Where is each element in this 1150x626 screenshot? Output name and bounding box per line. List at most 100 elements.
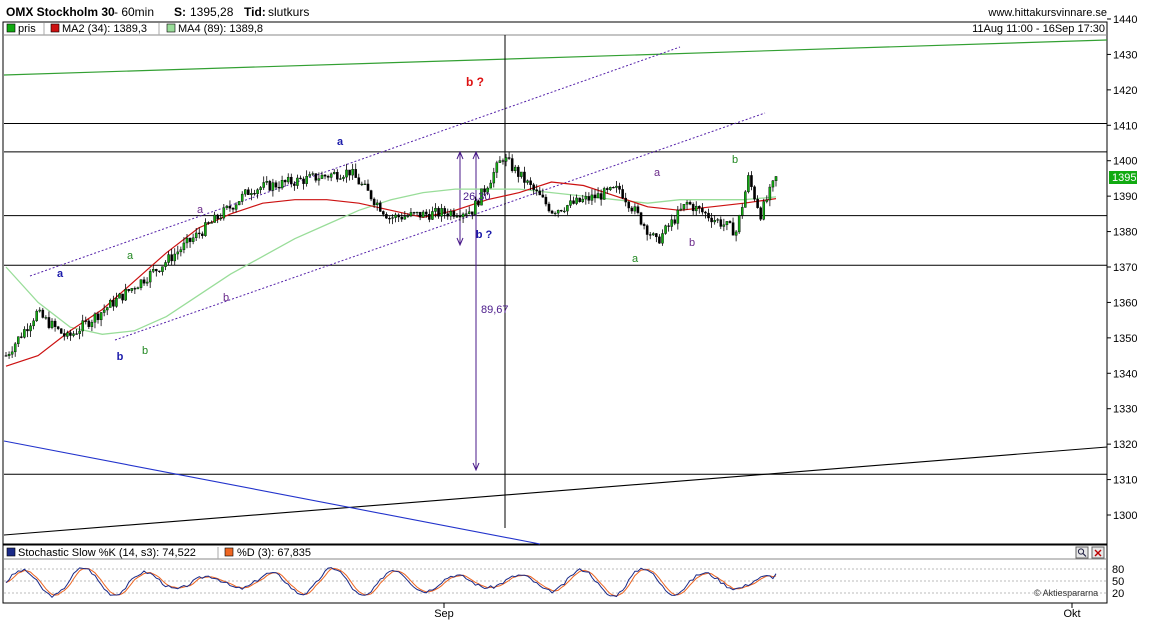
candle-body xyxy=(400,216,404,220)
candle-body xyxy=(452,210,456,217)
candle-body xyxy=(685,202,689,205)
price-tick-label: 1360 xyxy=(1113,297,1137,309)
chart-root: OMX Stockholm 30 - 60min S: 1395,28 Tid:… xyxy=(2,5,1137,620)
candle-body xyxy=(81,320,84,332)
candle-body xyxy=(339,178,342,180)
candle-body xyxy=(385,214,388,219)
candle-body xyxy=(520,171,523,177)
price-tick-label: 1320 xyxy=(1113,439,1137,451)
measure-small-label: 26,30 xyxy=(463,191,491,203)
candle-body xyxy=(41,309,45,318)
candle-body xyxy=(237,201,241,206)
candle-body xyxy=(431,211,434,220)
candle-body xyxy=(547,203,551,212)
candle-body xyxy=(293,183,296,186)
candle-body xyxy=(710,217,713,223)
candle-body xyxy=(244,189,247,195)
candle-body xyxy=(145,281,149,284)
candle-body xyxy=(286,176,290,183)
price-tick-label: 1380 xyxy=(1113,227,1137,239)
candle-body xyxy=(575,197,578,204)
candle-body xyxy=(645,225,649,235)
candle-body xyxy=(443,208,446,214)
candle-body xyxy=(342,176,345,179)
candle-body xyxy=(458,216,462,218)
candle-body xyxy=(332,172,336,175)
candle-body xyxy=(655,233,658,238)
candle-body xyxy=(517,166,520,177)
candle-body xyxy=(296,177,299,186)
candle-body xyxy=(529,180,532,185)
candle-body xyxy=(504,157,508,162)
candle-body xyxy=(102,309,106,313)
candle-body xyxy=(701,207,704,213)
stochastic-k-swatch xyxy=(6,547,16,557)
candle-body xyxy=(661,233,664,244)
candle-body xyxy=(691,204,695,212)
candle-body xyxy=(164,262,167,267)
candle-body xyxy=(563,210,566,213)
candle-body xyxy=(271,182,275,191)
date-range: 11Aug 11:00 - 16Sep 17:30 xyxy=(972,23,1105,35)
candle-body xyxy=(425,211,428,215)
candle-body xyxy=(225,205,229,209)
price-tick-label: 1420 xyxy=(1113,85,1137,97)
candle-body xyxy=(590,194,594,201)
candle-body xyxy=(280,180,284,189)
candle-body xyxy=(566,205,569,212)
candle-body xyxy=(676,209,680,224)
candle-body xyxy=(467,211,471,214)
candle-body xyxy=(213,214,216,223)
candle-body xyxy=(513,166,517,172)
price-tick-label: 1300 xyxy=(1113,510,1137,522)
candle-body xyxy=(142,279,146,284)
candle-body xyxy=(188,237,192,242)
interval-text: - 60min xyxy=(114,5,154,19)
candle-body xyxy=(105,307,109,311)
candle-body xyxy=(185,237,189,244)
last-value-marker: 1395 xyxy=(1109,171,1137,184)
candle-body xyxy=(320,174,324,179)
main-plot-frame xyxy=(2,21,1108,545)
candle-body xyxy=(541,194,545,198)
legend-swatch-ma4 xyxy=(166,23,176,33)
candle-body xyxy=(10,351,14,355)
price-tick-label: 1400 xyxy=(1113,156,1137,168)
candle-body xyxy=(489,182,492,189)
candle-body xyxy=(38,309,42,312)
close-panel-button[interactable] xyxy=(1091,546,1105,559)
zoom-button[interactable] xyxy=(1075,546,1089,559)
candle-body xyxy=(56,326,60,329)
candle-body xyxy=(535,189,538,192)
candle-body xyxy=(274,182,278,188)
candle-body xyxy=(774,176,778,182)
price-axis: 1440 1430 1420 1410 1400 1390 1380 1370 1360 1350… xyxy=(1107,14,1137,522)
site-link[interactable]: www.hittakursvinnare.se xyxy=(987,7,1107,19)
chart-title: OMX Stockholm 30 xyxy=(6,5,115,19)
wave-label: a xyxy=(337,136,344,148)
candle-body xyxy=(510,158,514,172)
candle-body xyxy=(7,354,11,356)
candle-body xyxy=(158,270,161,272)
candle-body xyxy=(599,193,603,200)
candle-body xyxy=(151,269,155,272)
candle-body xyxy=(725,221,729,226)
candle-body xyxy=(348,169,351,176)
candle-body xyxy=(366,183,370,191)
candle-body xyxy=(170,254,173,262)
candle-body xyxy=(317,178,321,181)
candle-body xyxy=(234,204,238,210)
stochastic-k-label: Stochastic Slow %K (14, s3): 74,522 xyxy=(18,547,196,559)
candle-body xyxy=(50,320,54,328)
candle-body xyxy=(127,289,130,291)
candle-body xyxy=(167,254,170,263)
stochastic-d-label: %D (3): 67,835 xyxy=(237,547,311,559)
candle-body xyxy=(636,206,640,213)
candle-body xyxy=(17,336,20,345)
candle-body xyxy=(207,222,210,224)
candle-body xyxy=(615,185,618,188)
candle-body xyxy=(501,160,505,162)
candle-body xyxy=(23,329,26,338)
candle-body xyxy=(556,209,560,214)
candle-body xyxy=(323,174,327,177)
